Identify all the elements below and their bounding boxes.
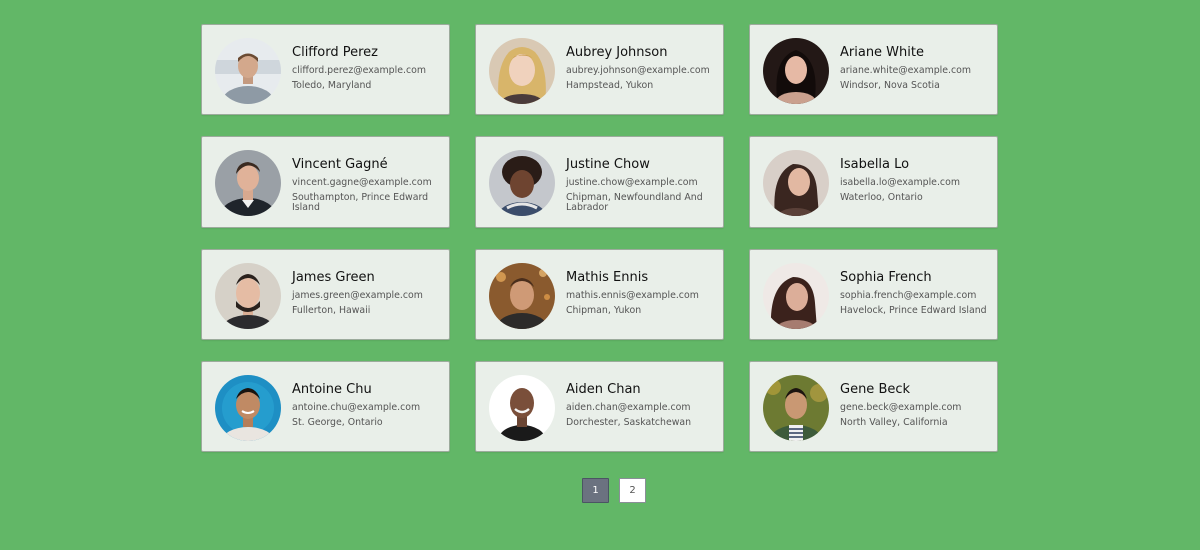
user-card[interactable]: Aiden Chan aiden.chan@example.com Dorche… [475, 361, 724, 452]
user-email: antoine.chu@example.com [292, 402, 421, 413]
user-card[interactable]: Vincent Gagné vincent.gagne@example.com … [201, 136, 450, 228]
user-location: Waterloo, Ontario [840, 192, 923, 203]
avatar [215, 38, 281, 104]
user-card[interactable]: Justine Chow justine.chow@example.com Ch… [475, 136, 724, 228]
user-location: Toledo, Maryland [292, 80, 372, 91]
user-location: St. George, Ontario [292, 417, 383, 428]
user-email: isabella.lo@example.com [840, 177, 960, 188]
avatar [763, 38, 829, 104]
user-info: Ariane White ariane.white@example.com Wi… [840, 44, 991, 91]
user-info: Aiden Chan aiden.chan@example.com Dorche… [566, 381, 717, 428]
user-name: Antoine Chu [292, 382, 372, 397]
avatar [763, 375, 829, 441]
user-card[interactable]: Aubrey Johnson aubrey.johnson@example.co… [475, 24, 724, 115]
user-email: sophia.french@example.com [840, 290, 977, 301]
user-card[interactable]: Mathis Ennis mathis.ennis@example.com Ch… [475, 249, 724, 340]
user-email: clifford.perez@example.com [292, 65, 426, 76]
user-info: Justine Chow justine.chow@example.com Ch… [566, 156, 717, 213]
user-info: Antoine Chu antoine.chu@example.com St. … [292, 381, 443, 428]
avatar [489, 150, 555, 216]
user-card[interactable]: Isabella Lo isabella.lo@example.com Wate… [749, 136, 998, 228]
user-card[interactable]: James Green james.green@example.com Full… [201, 249, 450, 340]
user-info: Gene Beck gene.beck@example.com North Va… [840, 381, 991, 428]
user-email: justine.chow@example.com [566, 177, 698, 188]
user-info: Vincent Gagné vincent.gagne@example.com … [292, 156, 443, 213]
page-2-button[interactable]: 2 [619, 478, 646, 503]
user-card[interactable]: Gene Beck gene.beck@example.com North Va… [749, 361, 998, 452]
avatar [489, 263, 555, 329]
user-location: Hampstead, Yukon [566, 80, 654, 91]
user-card[interactable]: Clifford Perez clifford.perez@example.co… [201, 24, 450, 115]
user-email: james.green@example.com [292, 290, 423, 301]
user-email: mathis.ennis@example.com [566, 290, 699, 301]
user-location: Southampton, Prince Edward Island [292, 192, 429, 213]
user-name: Sophia French [840, 270, 932, 285]
user-name: Mathis Ennis [566, 270, 649, 285]
avatar [215, 150, 281, 216]
user-info: Isabella Lo isabella.lo@example.com Wate… [840, 156, 991, 203]
user-name: Justine Chow [566, 157, 650, 172]
user-name: Ariane White [840, 45, 924, 60]
user-email: aubrey.johnson@example.com [566, 65, 710, 76]
user-location: North Valley, California [840, 417, 948, 428]
user-card-grid: Clifford Perez clifford.perez@example.co… [201, 24, 999, 452]
user-name: Aubrey Johnson [566, 45, 668, 60]
avatar [763, 263, 829, 329]
user-name: Vincent Gagné [292, 157, 388, 172]
avatar [763, 150, 829, 216]
user-info: Mathis Ennis mathis.ennis@example.com Ch… [566, 269, 717, 316]
avatar [489, 375, 555, 441]
user-location: Havelock, Prince Edward Island [840, 305, 987, 316]
user-card[interactable]: Ariane White ariane.white@example.com Wi… [749, 24, 998, 115]
user-location: Windsor, Nova Scotia [840, 80, 940, 91]
pagination: 1 2 [582, 478, 646, 503]
user-info: Aubrey Johnson aubrey.johnson@example.co… [566, 44, 717, 91]
user-card[interactable]: Sophia French sophia.french@example.com … [749, 249, 998, 340]
user-name: Gene Beck [840, 382, 911, 397]
user-info: James Green james.green@example.com Full… [292, 269, 443, 316]
user-name: James Green [292, 270, 375, 285]
user-location: Dorchester, Saskatchewan [566, 417, 692, 428]
page-1-button[interactable]: 1 [582, 478, 609, 503]
user-email: vincent.gagne@example.com [292, 177, 432, 188]
user-location: Chipman, Newfoundland And Labrador [566, 192, 703, 213]
user-location: Chipman, Yukon [566, 305, 642, 316]
user-name: Clifford Perez [292, 45, 378, 60]
avatar [215, 263, 281, 329]
user-location: Fullerton, Hawaii [292, 305, 371, 316]
user-email: aiden.chan@example.com [566, 402, 691, 413]
user-email: gene.beck@example.com [840, 402, 962, 413]
avatar [489, 38, 555, 104]
user-name: Aiden Chan [566, 382, 641, 397]
user-card[interactable]: Antoine Chu antoine.chu@example.com St. … [201, 361, 450, 452]
user-name: Isabella Lo [840, 157, 910, 172]
user-info: Sophia French sophia.french@example.com … [840, 269, 991, 316]
user-info: Clifford Perez clifford.perez@example.co… [292, 44, 443, 91]
avatar [215, 375, 281, 441]
user-email: ariane.white@example.com [840, 65, 972, 76]
